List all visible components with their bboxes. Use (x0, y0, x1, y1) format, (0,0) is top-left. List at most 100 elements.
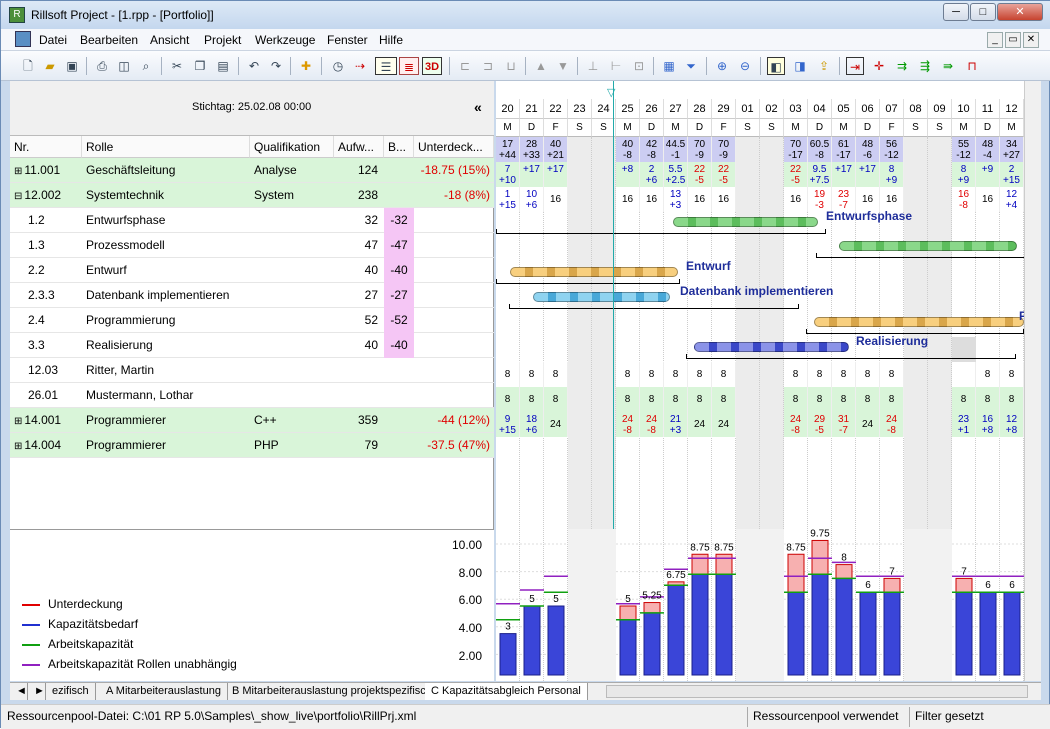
link-icon[interactable]: ⇢ (351, 57, 369, 75)
table-row[interactable]: 2.4 Programmierung 52 -52 (10, 308, 494, 333)
indent-icon[interactable]: ⊏ (456, 57, 474, 75)
outdent-icon[interactable]: ⊐ (479, 57, 497, 75)
copy-icon[interactable]: ❐ (191, 57, 209, 75)
split-icon[interactable]: ⊥ (584, 57, 602, 75)
bar-realisierung[interactable] (694, 342, 849, 352)
table-row[interactable]: 1.3 Prozessmodell 47 -47 (10, 233, 494, 258)
table-row[interactable]: ⊞ 14.001 Programmierer C++ 359 -44 (12%) (10, 408, 494, 433)
three-d-icon[interactable]: 3D (422, 57, 442, 75)
bar-entwurfsphase[interactable] (673, 217, 818, 227)
weekday-label: F (880, 119, 904, 137)
histogram-icon[interactable]: ≣ (399, 57, 419, 75)
table-icon[interactable]: ▦ (660, 57, 678, 75)
vertical-scrollbar[interactable] (1024, 81, 1041, 529)
tab-kapazitaetsabgleich[interactable]: C Kapazitätsabgleich Personal (425, 683, 588, 700)
find-icon[interactable]: ⌕ (137, 57, 155, 75)
table-row[interactable]: 1.2 Entwurfsphase 32 -32 (10, 208, 494, 233)
up-icon[interactable]: ▲ (532, 57, 550, 75)
zoom-in-icon[interactable]: ⊕ (713, 57, 731, 75)
table-row[interactable]: 12.03 Ritter, Martin (10, 358, 494, 383)
expand-icon[interactable]: ⊞ (14, 166, 22, 177)
menu-ansicht[interactable]: Ansicht (150, 33, 189, 47)
capacity-cell: 12 +8 (1000, 412, 1024, 437)
col-header-rolle[interactable]: Rolle (82, 136, 250, 158)
layout-icon[interactable]: ◧ (767, 57, 785, 75)
expand-icon[interactable]: ⊞ (14, 416, 22, 427)
table-row[interactable]: ⊞ 11.001 Geschäftsleitung Analyse 124 -18.75 … (10, 158, 494, 183)
print-preview-icon[interactable]: ◫ (115, 57, 133, 75)
zoom-out-icon[interactable]: ⊖ (736, 57, 754, 75)
paste-icon[interactable]: ▤ (214, 57, 232, 75)
tab-spezifisch[interactable]: ezifisch (46, 683, 96, 700)
mdi-close-button[interactable]: ✕ (1023, 32, 1039, 48)
col-header-b[interactable]: B... (384, 136, 414, 158)
tab-mitarbeiterauslastung-projekt[interactable]: B Mitarbeiterauslastung projektspezifisc… (226, 683, 439, 700)
schedule-icon[interactable]: ◷ (329, 57, 347, 75)
prev-icon[interactable]: ⇉ (893, 57, 911, 75)
col-header-qualifikation[interactable]: Qualifikation (250, 136, 334, 158)
redo-icon[interactable]: ↷ (267, 57, 285, 75)
tab-mitarbeiterauslastung[interactable]: A Mitarbeiterauslastung (100, 683, 228, 700)
table-row[interactable]: 2.2 Entwurf 40 -40 (10, 258, 494, 283)
new-icon[interactable]: 🗋 (19, 57, 37, 75)
bar-view-icon[interactable]: ☰ (375, 57, 397, 75)
menu-werkzeuge[interactable]: Werkzeuge (255, 33, 315, 47)
mdi-minimize-button[interactable]: _ (987, 32, 1003, 48)
capacity-diff: -5 (791, 175, 800, 186)
document-icon[interactable] (15, 31, 31, 47)
move-icon[interactable]: ⊔ (502, 57, 520, 75)
export-icon[interactable]: ⇪ (815, 57, 833, 75)
cell-nr: ⊞ 11.001 (14, 158, 82, 183)
col-header-unterdeckung[interactable]: Unterdeck... (414, 136, 494, 158)
milestone-icon[interactable]: ✛ (870, 57, 888, 75)
mdi-restore-button[interactable]: ▭ (1005, 32, 1021, 48)
col-header-aufwand[interactable]: Aufw... (334, 136, 384, 158)
table-row[interactable]: 26.01 Mustermann, Lothar (10, 383, 494, 408)
down-icon[interactable]: ▼ (554, 57, 572, 75)
print-icon[interactable]: ⎙ (93, 57, 111, 75)
tab-scroll-left[interactable]: ◄ (10, 683, 28, 700)
menu-fenster[interactable]: Fenster (327, 33, 368, 47)
menu-projekt[interactable]: Projekt (204, 33, 241, 47)
collapse-button[interactable]: « (474, 99, 482, 115)
bar-datenbank[interactable] (533, 292, 670, 302)
bar-entwurf[interactable] (510, 267, 678, 277)
marker-icon[interactable]: ⊓ (963, 57, 981, 75)
filter-icon[interactable]: ⏷ (682, 57, 700, 75)
maximize-button[interactable]: □ (970, 3, 996, 21)
table-row[interactable]: 3.3 Realisierung 40 -40 (10, 333, 494, 358)
peak-label: 9.75 (810, 529, 830, 539)
next-icon[interactable]: ⇶ (916, 57, 934, 75)
cut-icon[interactable]: ✂ (168, 57, 186, 75)
minimize-button[interactable]: ─ (943, 3, 969, 21)
cap-icon[interactable]: ⇛ (939, 57, 957, 75)
tab-scroll-right[interactable]: ► (28, 683, 46, 700)
histogram-vertical-scrollbar[interactable] (1024, 529, 1041, 681)
cell-qual: Analyse (254, 163, 297, 177)
critical-icon[interactable]: ⇥ (846, 57, 864, 75)
menu-bearbeiten[interactable]: Bearbeiten (80, 33, 138, 47)
menu-hilfe[interactable]: Hilfe (379, 33, 403, 47)
undo-icon[interactable]: ↶ (245, 57, 263, 75)
cell-nr: ⊟ 12.002 (14, 183, 82, 208)
collapse-icon[interactable]: ⊟ (14, 191, 22, 202)
unsplit-icon[interactable]: ⊢ (607, 57, 625, 75)
layout-split-icon[interactable]: ◨ (791, 57, 809, 75)
table-row[interactable]: ⊞ 14.004 Programmierer PHP 79 -37.5 (47%) (10, 433, 494, 458)
table-row[interactable]: ⊟ 12.002 Systemtechnik System 238 -18 (8%) (10, 183, 494, 208)
save-icon[interactable]: ▣ (63, 57, 81, 75)
cell-rolle: Programmierer (86, 438, 167, 452)
table-row[interactable]: 2.3.3 Datenbank implementieren 27 -27 (10, 283, 494, 308)
peak-label: 8 (841, 553, 847, 564)
close-button[interactable]: ✕ (997, 3, 1043, 21)
open-icon[interactable]: ▰ (41, 57, 59, 75)
bar-prozessmodell[interactable] (839, 241, 1017, 251)
horizontal-scrollbar[interactable] (606, 685, 1028, 698)
menu-datei[interactable]: Datei (39, 33, 67, 47)
expand-icon[interactable]: ⊞ (14, 441, 22, 452)
resource-icon[interactable]: ⊡ (630, 57, 648, 75)
col-header-nr[interactable]: Nr. (10, 136, 82, 158)
capacity-cell: 8 (784, 387, 808, 412)
bar-programmierung[interactable] (814, 317, 1024, 327)
add-resource-icon[interactable]: ✚ (297, 57, 315, 75)
